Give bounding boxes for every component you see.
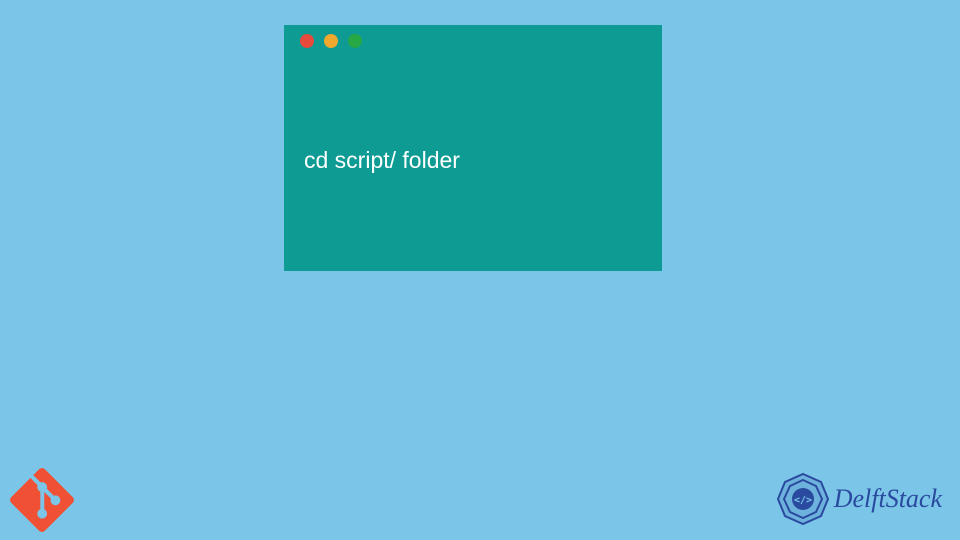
close-icon[interactable] [300,34,314,48]
maximize-icon[interactable] [348,34,362,48]
titlebar [284,25,662,57]
svg-text:</>: </> [794,495,812,506]
brand-logo: </> DelftStack [776,472,942,526]
terminal-command: cd script/ folder [304,147,460,173]
git-logo-icon [10,468,74,532]
minimize-icon[interactable] [324,34,338,48]
terminal-window: cd script/ folder [284,25,662,271]
brand-name: DelftStack [834,484,942,514]
terminal-body: cd script/ folder [284,57,662,194]
brand-badge-icon: </> [776,472,830,526]
